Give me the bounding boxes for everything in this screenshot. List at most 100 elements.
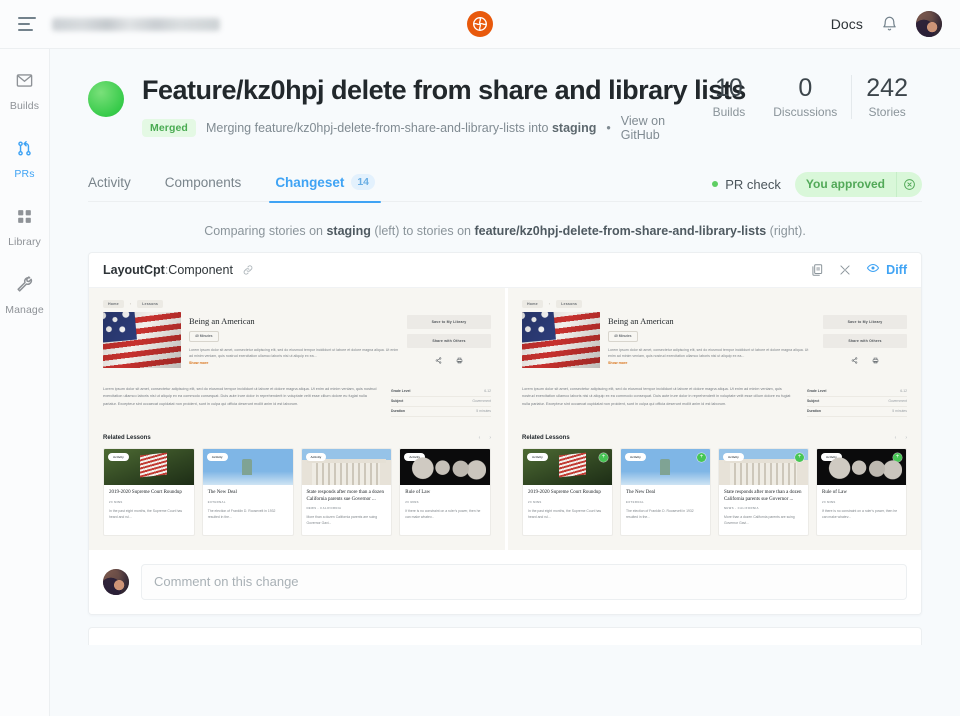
- tab-components[interactable]: Components: [165, 175, 242, 202]
- plus-circle-icon[interactable]: +: [599, 452, 608, 462]
- lesson-body: Lorem ipsum dolor sit amet, consectetur …: [522, 386, 907, 417]
- breadcrumb-item[interactable]: Home: [522, 299, 543, 308]
- save-to-library-button[interactable]: Save to My Library: [407, 314, 491, 329]
- approval-pill[interactable]: You approved: [794, 171, 922, 197]
- stat-label: Discussions: [773, 104, 838, 119]
- list-item[interactable]: Activity + 2019-2020 Supreme Court Round…: [522, 447, 613, 536]
- plus-circle-icon[interactable]: +: [893, 452, 902, 462]
- lesson-card-image: Activity: [400, 448, 490, 485]
- share-with-others-button[interactable]: Share with Others: [823, 333, 907, 348]
- top-bar: Docs: [0, 0, 960, 49]
- lesson-hero-body: Being an American 40 Minutes Lorem ipsum…: [189, 312, 399, 368]
- tab-changeset[interactable]: Changeset 14: [269, 174, 381, 204]
- lesson-card-image: Activity +: [523, 448, 612, 485]
- meta-row: Duration 5 minutes: [391, 407, 491, 417]
- target-branch: staging: [551, 120, 597, 135]
- chevron-right-icon[interactable]: ›: [905, 435, 907, 441]
- meta-key: Duration: [391, 409, 405, 414]
- pr-merge-description: Merging feature/kz0hpj-delete-from-share…: [206, 121, 596, 135]
- sidebar-item-prs[interactable]: PRs: [0, 139, 49, 180]
- lesson-hero: Being an American 40 Minutes Lorem ipsum…: [522, 311, 907, 368]
- snapshot-head[interactable]: Home › Lessons Being an American 40 Minu…: [505, 287, 921, 550]
- show-more-link[interactable]: Show more: [189, 361, 399, 365]
- lesson-card-kicker: 20 MINS: [109, 499, 123, 504]
- snapshot-baseline[interactable]: Home › Lessons Being an American 40 Minu…: [89, 287, 505, 550]
- plus-circle-icon[interactable]: +: [795, 452, 804, 462]
- breadcrumb-item[interactable]: Lessons: [137, 299, 164, 308]
- sidebar-item-label: PRs: [14, 168, 35, 180]
- next-changeset-card[interactable]: [88, 626, 922, 645]
- menu-icon[interactable]: [18, 17, 36, 31]
- share-icon[interactable]: [851, 357, 858, 365]
- meta-value: 6-12: [900, 389, 907, 394]
- pr-check-status: PR check: [712, 177, 781, 192]
- view-on-github-link[interactable]: View on GitHub: [621, 114, 679, 142]
- stat-stories: 242 Stories: [851, 74, 922, 119]
- meta-key: Grade Level: [807, 389, 827, 394]
- bell-icon[interactable]: [881, 15, 898, 33]
- breadcrumb-item[interactable]: Home: [103, 299, 124, 308]
- sidebar: Builds PRs Library Manage: [0, 49, 50, 716]
- related-lessons-header: Related Lessons ‹ ›: [103, 435, 491, 441]
- lesson-card-desc: The election of Franklin D. Roosevelt in…: [626, 508, 694, 519]
- share-icon[interactable]: [435, 357, 442, 365]
- snapshot-preview: Home › Lessons Being an American 40 Minu…: [103, 299, 491, 536]
- compare-right-branch: feature/kz0hpj-delete-from-share-and-lib…: [474, 223, 767, 238]
- lesson-actions: Save to My Library Share with Others: [823, 312, 907, 368]
- comment-input[interactable]: Comment on this change: [141, 563, 907, 600]
- copy-snapshot-icon[interactable]: [810, 263, 824, 277]
- lesson-card-kicker: 20 MINS: [405, 499, 419, 504]
- meta-value: Government: [472, 399, 491, 404]
- list-item[interactable]: Activity State responds after more than …: [300, 447, 393, 536]
- stat-label: Stories: [868, 104, 906, 119]
- link-icon[interactable]: [242, 264, 254, 276]
- breadcrumb-item[interactable]: Lessons: [556, 299, 583, 308]
- merge-prefix: Merging: [205, 120, 255, 135]
- avatar[interactable]: [916, 11, 942, 37]
- print-icon[interactable]: [456, 357, 463, 365]
- status-badge: Merged: [142, 118, 196, 137]
- pr-title-block: Feature/kz0hpj delete from share and lib…: [142, 75, 746, 142]
- chevron-left-icon[interactable]: ‹: [479, 435, 481, 441]
- project-name-blurred[interactable]: [52, 17, 220, 31]
- circle-x-icon[interactable]: [896, 171, 922, 197]
- tab-activity[interactable]: Activity: [88, 175, 131, 202]
- chromatic-logo-icon[interactable]: [467, 11, 493, 37]
- chevron-left-icon[interactable]: ‹: [895, 435, 897, 441]
- list-item[interactable]: Activity 2019-2020 Supreme Court Roundup…: [103, 447, 195, 536]
- list-item[interactable]: Activity The New Deal EXTERNAL The elect…: [201, 447, 294, 536]
- lesson-body: Lorem ipsum dolor sit amet, consectetur …: [103, 386, 491, 417]
- pr-header: Feature/kz0hpj delete from share and lib…: [50, 49, 960, 142]
- activity-badge: Activity: [206, 452, 228, 461]
- save-to-library-button[interactable]: Save to My Library: [823, 314, 907, 329]
- related-lessons-title: Related Lessons: [103, 434, 151, 441]
- show-more-link[interactable]: Show more: [608, 361, 815, 365]
- print-icon[interactable]: [872, 357, 879, 365]
- sidebar-item-label: Library: [8, 236, 41, 248]
- related-lessons-list: Activity 2019-2020 Supreme Court Roundup…: [103, 447, 491, 536]
- share-with-others-button[interactable]: Share with Others: [407, 333, 491, 348]
- list-item[interactable]: Activity + The New Deal EXTERNAL The ele…: [620, 447, 711, 536]
- chevron-right-icon[interactable]: ›: [489, 435, 491, 441]
- diff-toggle[interactable]: Diff: [866, 261, 907, 278]
- meta-value: 5 minutes: [892, 409, 907, 414]
- lesson-card-body: State responds after more than a dozen C…: [719, 485, 808, 535]
- stat-value: 10: [715, 74, 743, 102]
- library-grid-icon: [15, 207, 34, 231]
- sidebar-item-manage[interactable]: Manage: [0, 275, 49, 316]
- sidebar-item-library[interactable]: Library: [0, 207, 49, 248]
- docs-link[interactable]: Docs: [831, 16, 863, 32]
- list-item[interactable]: Activity + Rule of Law 20 MINS If there …: [816, 447, 907, 536]
- related-lessons-list: Activity + 2019-2020 Supreme Court Round…: [522, 447, 907, 536]
- meta-row: Subject Government: [807, 397, 907, 407]
- sidebar-item-builds[interactable]: Builds: [0, 71, 49, 112]
- list-item[interactable]: Activity Rule of Law 20 MINS If there is…: [399, 447, 491, 536]
- changeset-card-header: LayoutCpt:Component Diff: [89, 253, 921, 288]
- lesson-hero-body: Being an American 40 Minutes Lorem ipsum…: [608, 312, 815, 368]
- list-item[interactable]: Activity + State responds after more tha…: [718, 447, 809, 536]
- plus-circle-icon[interactable]: +: [697, 452, 706, 462]
- crossed-out-icon[interactable]: [838, 263, 852, 277]
- lesson-card-title: Rule of Law: [405, 489, 431, 495]
- eye-icon: [866, 261, 880, 278]
- lesson-card-desc: More than a dozen California parents are…: [724, 515, 795, 526]
